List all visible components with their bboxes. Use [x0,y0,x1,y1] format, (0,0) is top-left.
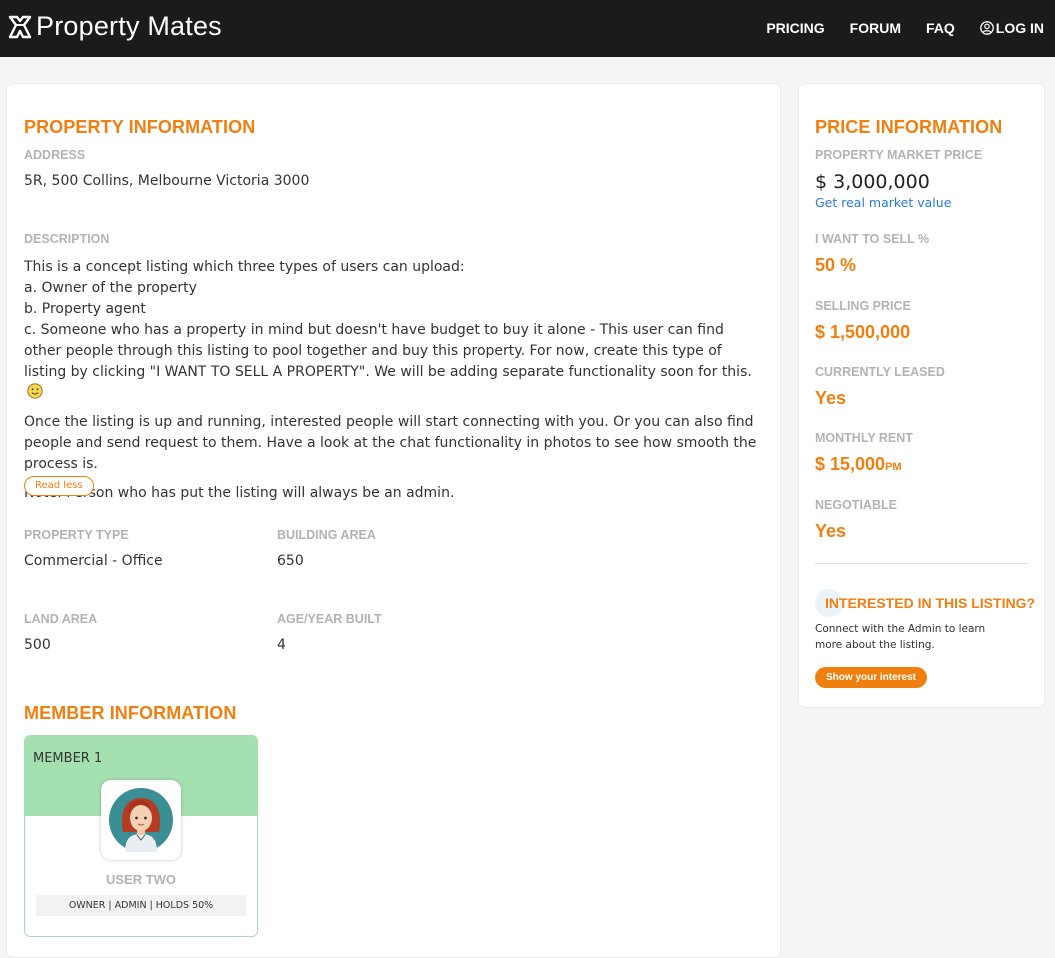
property-type-value: Commercial - Office [24,553,163,569]
nav-forum[interactable]: FORUM [850,20,901,36]
member-card[interactable]: MEMBER 1 USER TWO OWNER | ADMIN | HOLDS … [24,735,258,937]
description-text: This is a concept listing which three ty… [24,257,764,512]
monthly-rent-value: $ 15,000 [815,454,886,474]
price-info-title: PRICE INFORMATION [815,117,1003,137]
building-area-label: BUILDING AREA [277,528,376,542]
market-price-value: $ 3,000,000 [815,171,930,193]
main-nav: PRICING FORUM FAQ LOG IN [741,20,1044,36]
nav-login[interactable]: LOG IN [979,20,1044,36]
monthly-rent: $ 15,000PM [815,454,902,475]
description-list: This is a concept listing which three ty… [24,257,764,404]
description-item-b: b. Property agent [24,301,146,317]
member-name: USER TWO [105,872,177,887]
description-intro: This is a concept listing which three ty… [24,259,465,275]
nav-faq[interactable]: FAQ [926,20,955,36]
member-title: MEMBER 1 [33,751,103,766]
leased-label: CURRENTLY LEASED [815,365,945,379]
sell-percent-value: 50 % [815,255,857,275]
address-value: 5R, 500 Collins, Melbourne Victoria 3000 [24,173,310,189]
description-item-a: a. Owner of the property [24,280,197,296]
nav-login-label: LOG IN [995,20,1044,36]
property-info-title: PROPERTY INFORMATION [24,117,256,137]
description-paragraph-2: Once the listing is up and running, inte… [24,414,757,472]
read-less-button[interactable]: Read less [24,476,94,496]
property-card: PROPERTY INFORMATION ADDRESS 5R, 500 Col… [6,83,781,958]
age-label: AGE/YEAR BUILT [277,612,382,626]
description-note: Note: Person who has put the listing wil… [24,485,455,501]
negotiable-value: Yes [815,521,847,541]
avatar [101,780,181,860]
description-label: DESCRIPTION [24,232,110,246]
negotiable-label: NEGOTIABLE [815,498,897,512]
property-type-label: PROPERTY TYPE [24,528,129,542]
monthly-rent-unit: PM [885,461,902,473]
monthly-rent-label: MONTHLY RENT [815,431,913,445]
land-area-label: LAND AREA [24,612,98,626]
brand[interactable]: Property Mates [8,11,222,42]
age-value: 4 [277,637,286,653]
nav-pricing[interactable]: PRICING [766,20,824,36]
smiley-icon [27,383,43,399]
selling-price-label: SELLING PRICE [815,299,911,313]
interest-title: INTERESTED IN THIS LISTING? [825,595,1036,611]
female-avatar-icon [109,788,173,852]
address-label: ADDRESS [24,148,86,162]
logo-icon [8,15,32,38]
sell-percent-label: I WANT TO SELL % [815,232,930,246]
member-info-title: MEMBER INFORMATION [24,703,237,723]
divider [815,563,1028,564]
leased-value: Yes [815,388,847,408]
show-interest-button[interactable]: Show your interest [815,667,928,688]
selling-price-value: $ 1,500,000 [815,322,911,342]
land-area-value: 500 [24,637,51,653]
top-navbar: Property Mates PRICING FORUM FAQ LOG IN [0,0,1055,57]
description-item-c: c. Someone who has a property in mind bu… [24,322,752,380]
brand-name: Property Mates [36,11,222,41]
user-circle-icon [979,21,994,35]
interest-description: Connect with the Admin to learn more abo… [815,623,986,651]
market-price-label: PROPERTY MARKET PRICE [815,148,983,162]
price-card: PRICE INFORMATION PROPERTY MARKET PRICE … [798,83,1045,708]
get-market-value-link[interactable]: Get real market value [815,195,951,210]
building-area-value: 650 [277,553,304,569]
member-role-badge: OWNER | ADMIN | HOLDS 50% [36,895,246,916]
